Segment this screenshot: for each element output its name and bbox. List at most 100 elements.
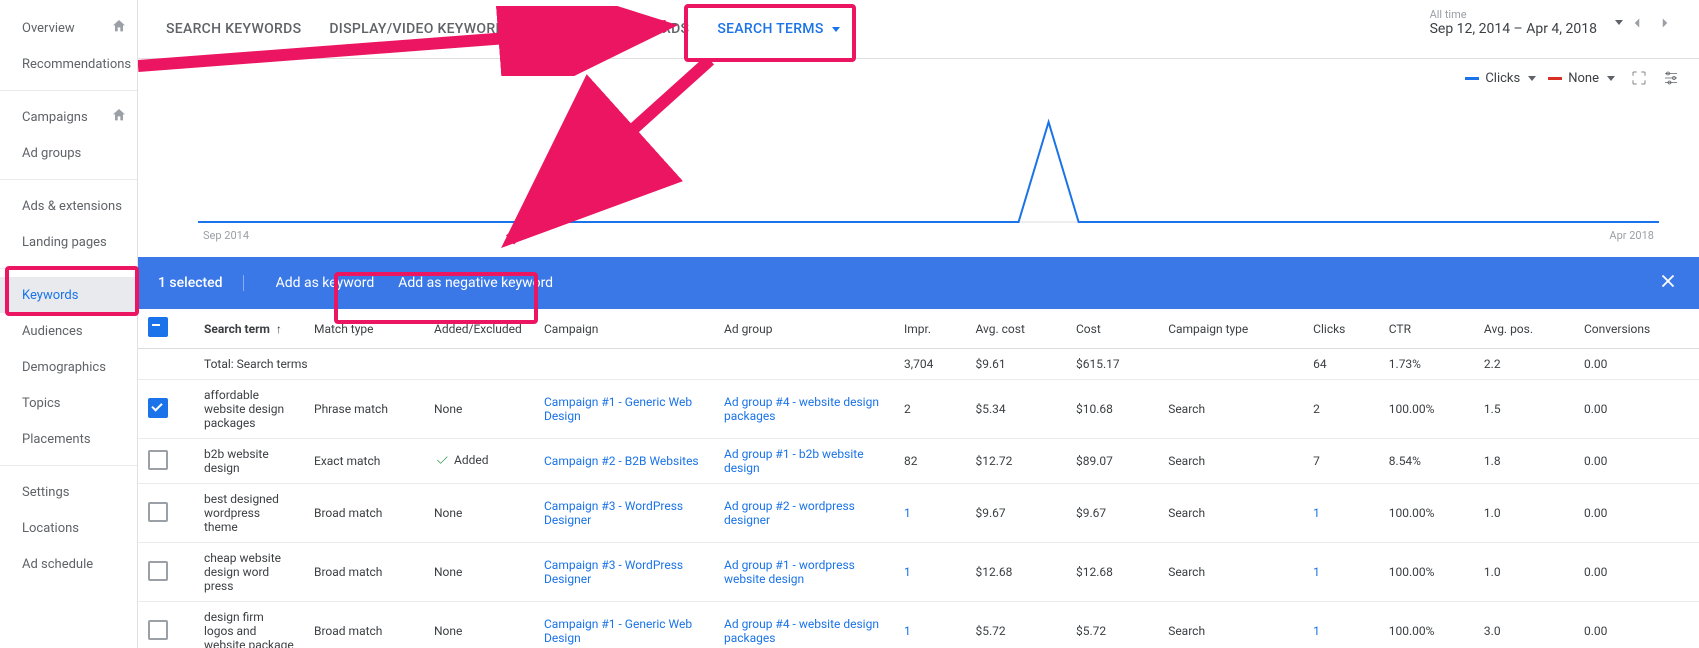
table-row: best designed wordpress themeBroad match…: [138, 484, 1699, 543]
cell[interactable]: 1: [894, 602, 965, 648]
col-campaign[interactable]: Campaign: [534, 309, 714, 349]
cell: 0.00: [1574, 484, 1699, 543]
date-range-picker[interactable]: All time Sep 12, 2014 – Apr 4, 2018: [1430, 8, 1679, 37]
sidebar-item-ads-extensions[interactable]: Ads & extensions: [0, 188, 137, 224]
cell: cheap website design word press: [194, 543, 304, 602]
cell: Phrase match: [304, 380, 424, 439]
sidebar-item-label: Landing pages: [22, 235, 107, 250]
sidebar-item-campaigns[interactable]: Campaigns: [0, 99, 137, 135]
prev-period-button[interactable]: [1623, 9, 1651, 37]
cell: $5.72: [1066, 602, 1158, 648]
cell: 1.0: [1474, 543, 1574, 602]
cell: 2: [894, 380, 965, 439]
sidebar-item-topics[interactable]: Topics: [0, 385, 137, 421]
sidebar-item-placements[interactable]: Placements: [0, 421, 137, 457]
cell: 100.00%: [1379, 602, 1474, 648]
expand-chart-button[interactable]: [1625, 64, 1653, 92]
sidebar-item-label: Settings: [22, 485, 69, 500]
cell[interactable]: Campaign #2 - B2B Websites: [534, 439, 714, 484]
col-campaign-type[interactable]: Campaign type: [1158, 309, 1303, 349]
col-ctr[interactable]: CTR: [1379, 309, 1474, 349]
tab-negative-keywords[interactable]: NEGATIVE KEYWORDS: [528, 0, 704, 58]
sidebar-item-audiences[interactable]: Audiences: [0, 313, 137, 349]
cell: Search: [1158, 602, 1303, 648]
cell[interactable]: 1: [894, 543, 965, 602]
cell[interactable]: Campaign #1 - Generic Web Design: [534, 602, 714, 648]
cell[interactable]: 1: [894, 484, 965, 543]
tab-search-keywords[interactable]: SEARCH KEYWORDS: [152, 0, 315, 58]
sidebar-item-landing-pages[interactable]: Landing pages: [0, 224, 137, 260]
tab-search-terms[interactable]: SEARCH TERMS: [703, 0, 853, 58]
sidebar-item-locations[interactable]: Locations: [0, 510, 137, 546]
cell-added-excluded: Added: [424, 439, 534, 484]
sidebar-item-overview[interactable]: Overview: [0, 10, 137, 46]
col-clicks[interactable]: Clicks: [1303, 309, 1379, 349]
cell: Search: [1158, 543, 1303, 602]
cell: 100.00%: [1379, 543, 1474, 602]
cell[interactable]: Ad group #1 - b2b website design: [714, 439, 894, 484]
metric-2-selector[interactable]: None: [1548, 71, 1615, 86]
sidebar-item-recommendations[interactable]: Recommendations: [0, 46, 137, 82]
row-checkbox[interactable]: [148, 450, 168, 470]
sidebar-item-label: Demographics: [22, 360, 106, 375]
cell[interactable]: 1: [1303, 602, 1379, 648]
col-match-type[interactable]: Match type: [304, 309, 424, 349]
metric-1-selector[interactable]: Clicks: [1465, 71, 1536, 86]
col-ad-group[interactable]: Ad group: [714, 309, 894, 349]
cell: Search: [1158, 439, 1303, 484]
select-all-checkbox[interactable]: [138, 309, 194, 349]
cell: $10.68: [1066, 380, 1158, 439]
row-checkbox[interactable]: [148, 502, 168, 522]
col-search-term[interactable]: Search term↑: [194, 309, 304, 349]
cell[interactable]: 1: [1303, 543, 1379, 602]
sidebar-item-label: Topics: [22, 396, 61, 411]
sidebar-item-label: Ad schedule: [22, 557, 93, 572]
sidebar-item-ad-groups[interactable]: Ad groups: [0, 135, 137, 171]
row-checkbox[interactable]: [148, 398, 168, 418]
chart-settings-button[interactable]: [1657, 64, 1685, 92]
selection-action-bar: 1 selected Add as keyword Add as negativ…: [138, 257, 1699, 309]
row-checkbox[interactable]: [148, 561, 168, 581]
cell[interactable]: Ad group #1 - wordpress website design: [714, 543, 894, 602]
cell[interactable]: Campaign #3 - WordPress Designer: [534, 543, 714, 602]
cell: $5.72: [965, 602, 1066, 648]
add-as-negative-keyword-button[interactable]: Add as negative keyword: [386, 267, 565, 299]
tab-label: SEARCH TERMS: [717, 21, 823, 37]
cell[interactable]: Ad group #2 - wordpress designer: [714, 484, 894, 543]
table-row: affordable website design packagesPhrase…: [138, 380, 1699, 439]
sidebar-item-label: Ads & extensions: [22, 199, 122, 214]
col-added-excluded[interactable]: Added/Excluded: [424, 309, 534, 349]
chevron-down-icon: [832, 27, 840, 32]
cell: 1.8: [1474, 439, 1574, 484]
col-impr-[interactable]: Impr.: [894, 309, 965, 349]
cell: $9.67: [1066, 484, 1158, 543]
cell: Exact match: [304, 439, 424, 484]
main-panel: SEARCH KEYWORDS DISPLAY/VIDEO KEYWORDSNEG…: [138, 0, 1699, 648]
col-conversions[interactable]: Conversions: [1574, 309, 1699, 349]
sidebar-item-label: Ad groups: [22, 146, 81, 161]
col-avg-cost[interactable]: Avg. cost: [965, 309, 1066, 349]
row-checkbox[interactable]: [148, 620, 168, 640]
sidebar-item-ad-schedule[interactable]: Ad schedule: [0, 546, 137, 582]
x-end: Apr 2018: [1609, 229, 1654, 242]
cell[interactable]: 1: [1303, 484, 1379, 543]
add-as-keyword-button[interactable]: Add as keyword: [264, 267, 387, 299]
cell: Search: [1158, 484, 1303, 543]
sidebar-item-keywords[interactable]: Keywords: [0, 277, 137, 313]
col-avg-pos-[interactable]: Avg. pos.: [1474, 309, 1574, 349]
cell[interactable]: Ad group #4 - website design packages: [714, 602, 894, 648]
col-cost[interactable]: Cost: [1066, 309, 1158, 349]
tab-display-video-keywords[interactable]: DISPLAY/VIDEO KEYWORDS: [315, 0, 527, 58]
cell[interactable]: Ad group #4 - website design packages: [714, 380, 894, 439]
cell: $5.34: [965, 380, 1066, 439]
sidebar-item-demographics[interactable]: Demographics: [0, 349, 137, 385]
cell[interactable]: Campaign #3 - WordPress Designer: [534, 484, 714, 543]
tab-label: SEARCH KEYWORDS: [166, 21, 301, 37]
close-action-bar-button[interactable]: [1657, 270, 1679, 296]
chevron-down-icon: [1528, 76, 1536, 81]
next-period-button[interactable]: [1651, 9, 1679, 37]
cell[interactable]: Campaign #1 - Generic Web Design: [534, 380, 714, 439]
sidebar-item-settings[interactable]: Settings: [0, 474, 137, 510]
cell: 0.00: [1574, 380, 1699, 439]
chevron-down-icon: [1607, 76, 1615, 81]
